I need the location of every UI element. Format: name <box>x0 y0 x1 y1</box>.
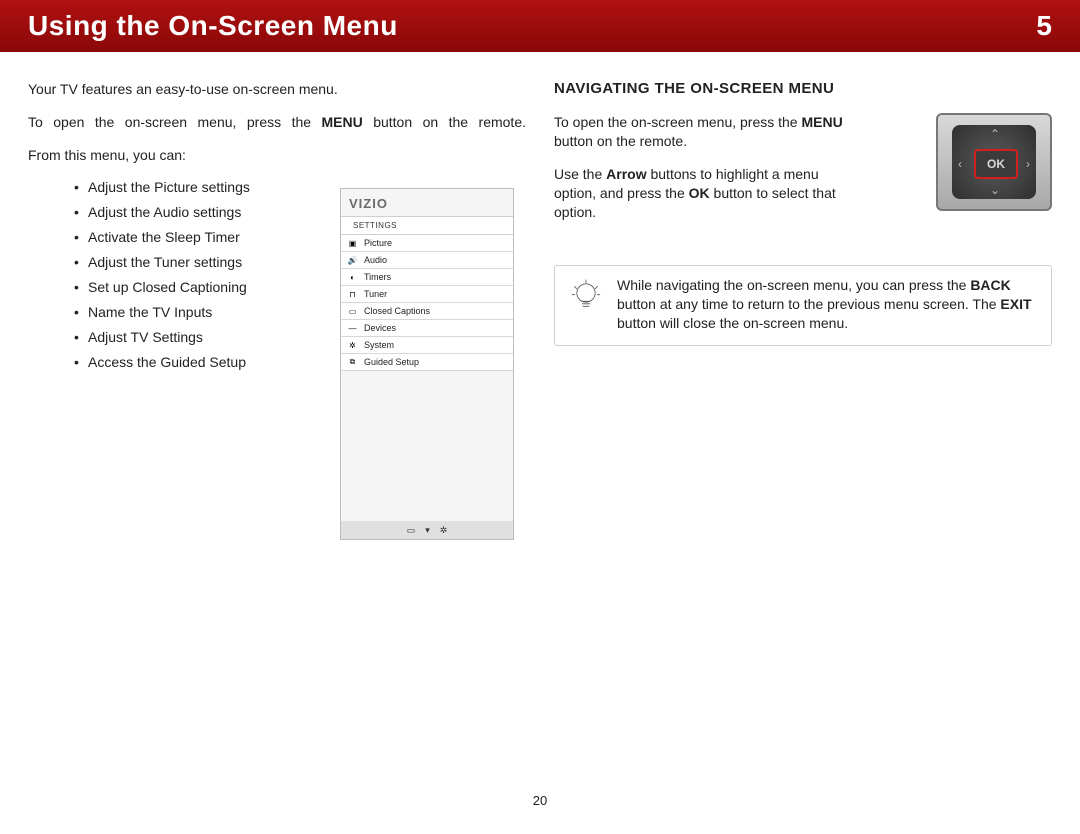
tuner-icon: ⊓ <box>347 290 358 299</box>
remote-ok-button: OK <box>974 149 1018 179</box>
content-area: Your TV features an easy-to-use on-scree… <box>0 52 1080 379</box>
menu-row-guided: ⧉Guided Setup <box>341 354 513 371</box>
menu-row-system: ✲System <box>341 337 513 354</box>
chapter-number: 5 <box>1036 10 1052 42</box>
arrow-up-icon: ⌃ <box>990 127 1000 141</box>
menu-row-timers: ◐Timers <box>341 269 513 286</box>
menu-brand: VIZIO <box>341 189 513 216</box>
guided-icon: ⧉ <box>347 358 358 367</box>
devices-icon: — <box>347 324 358 333</box>
system-icon: ✲ <box>347 341 358 350</box>
right-column: NAVIGATING THE ON-SCREEN MENU To open th… <box>554 80 1052 379</box>
menu-footer-bar: ▭ ▾ ✲ <box>341 521 513 539</box>
footer-v-icon: ▾ <box>425 525 430 536</box>
chapter-title: Using the On-Screen Menu <box>28 10 398 42</box>
right-intro-area: To open the on-screen menu, press the ME… <box>554 113 1052 235</box>
chapter-banner: Using the On-Screen Menu 5 <box>0 0 1080 52</box>
footer-wide-icon: ▭ <box>407 525 416 536</box>
footer-gear-icon: ✲ <box>440 525 448 536</box>
arrow-down-icon: ⌄ <box>990 183 1000 197</box>
onscreen-menu-screenshot: VIZIO SETTINGS ▣Picture 🔊Audio ◐Timers ⊓… <box>340 188 514 540</box>
nav-paragraph-2: Use the Arrow buttons to highlight a men… <box>554 165 854 222</box>
arrow-left-icon: ‹ <box>958 157 962 171</box>
page-number: 20 <box>0 793 1080 808</box>
menu-row-devices: —Devices <box>341 320 513 337</box>
picture-icon: ▣ <box>347 239 358 248</box>
section-heading: NAVIGATING THE ON-SCREEN MENU <box>554 80 1052 97</box>
intro-paragraph-3: From this menu, you can: <box>28 146 526 165</box>
nav-paragraph-1: To open the on-screen menu, press the ME… <box>554 113 854 151</box>
intro-paragraph-2: To open the on-screen menu, press the ME… <box>28 113 526 132</box>
tip-box: While navigating the on-screen menu, you… <box>554 265 1052 346</box>
left-column: Your TV features an easy-to-use on-scree… <box>28 80 526 379</box>
arrow-right-icon: › <box>1026 157 1030 171</box>
menu-header: SETTINGS <box>341 216 513 235</box>
right-paragraphs: To open the on-screen menu, press the ME… <box>554 113 916 235</box>
lightbulb-icon <box>569 278 603 318</box>
audio-icon: 🔊 <box>347 256 358 265</box>
menu-empty-area <box>341 371 513 521</box>
menu-row-audio: 🔊Audio <box>341 252 513 269</box>
menu-row-tuner: ⊓Tuner <box>341 286 513 303</box>
timer-icon: ◐ <box>347 273 358 282</box>
remote-ok-pad-image: ⌃ ⌄ ‹ › OK <box>936 113 1052 211</box>
intro-paragraph-1: Your TV features an easy-to-use on-scree… <box>28 80 526 99</box>
menu-row-cc: ▭Closed Captions <box>341 303 513 320</box>
cc-icon: ▭ <box>347 307 358 316</box>
menu-row-picture: ▣Picture <box>341 235 513 252</box>
